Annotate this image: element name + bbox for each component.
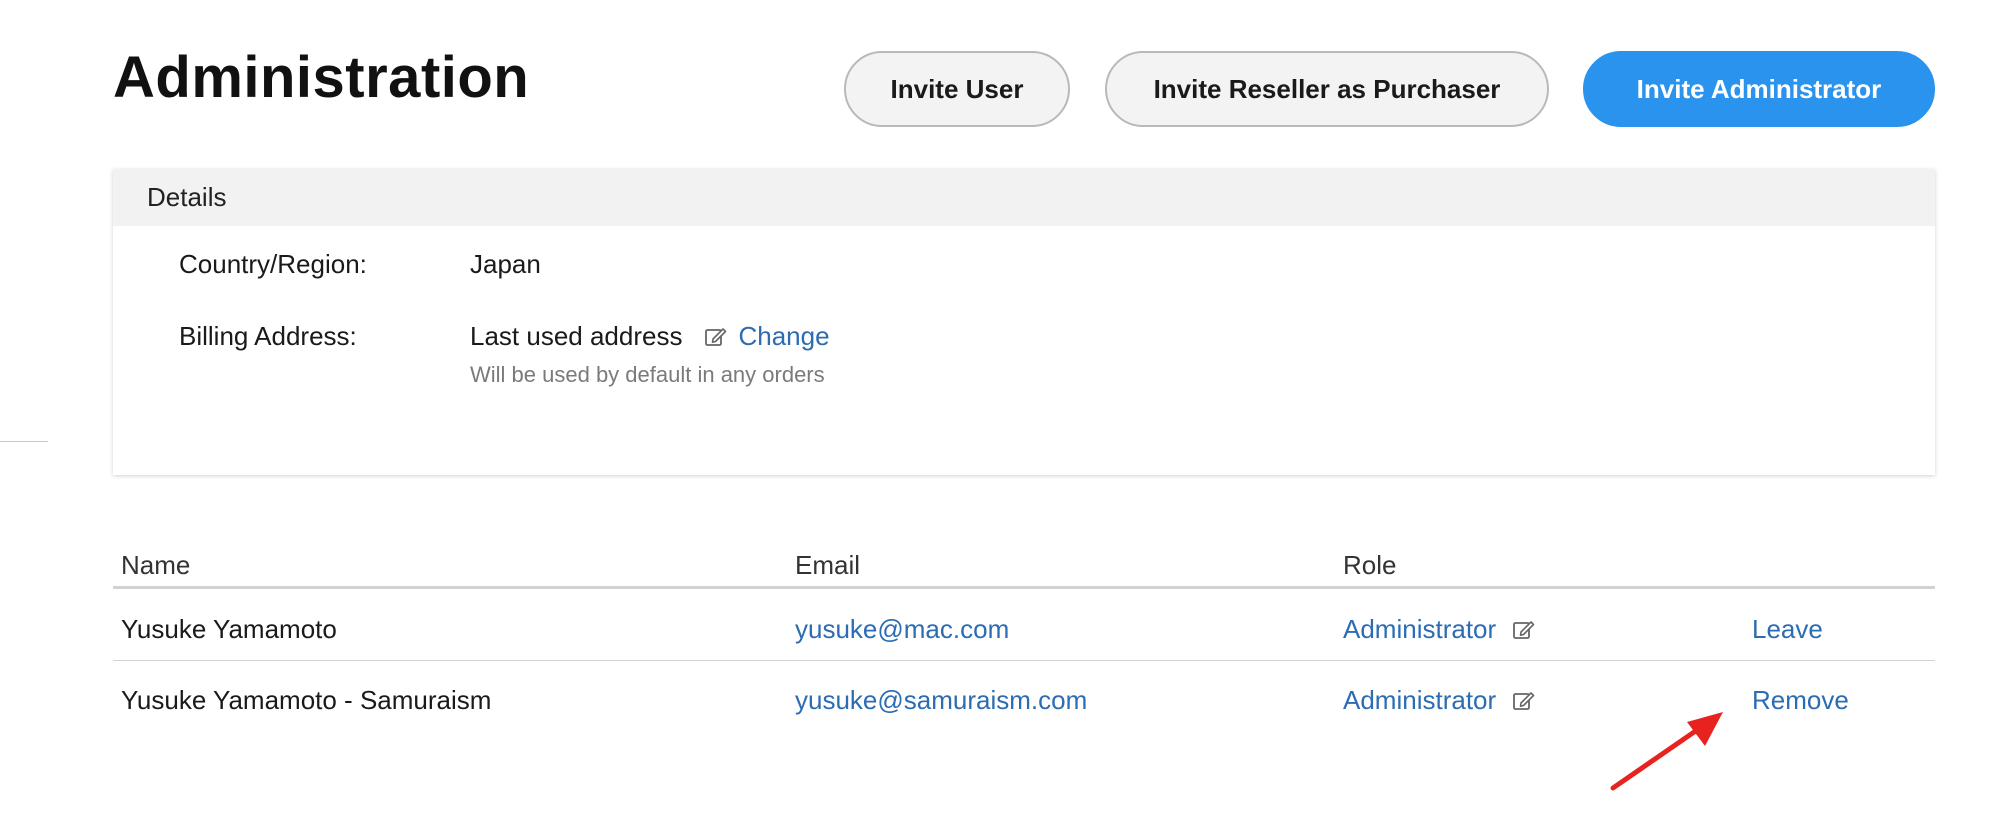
user-name: Yusuke Yamamoto (121, 614, 337, 644)
user-name: Yusuke Yamamoto - Samuraism (121, 685, 492, 715)
edit-role-icon[interactable] (1512, 689, 1536, 713)
edit-role-icon[interactable] (1512, 618, 1536, 642)
leave-link[interactable]: Leave (1752, 614, 1823, 645)
details-card: Details Country/Region: Japan Billing Ad… (113, 169, 1935, 475)
red-arrow-icon (1610, 712, 1723, 791)
column-header-email: Email (795, 550, 861, 580)
change-link-label[interactable]: Change (738, 321, 829, 352)
user-email-link[interactable]: yusuke@mac.com (795, 614, 1009, 645)
country-label: Country/Region: (179, 249, 367, 279)
user-role: Administrator (1343, 614, 1536, 645)
edit-icon (705, 327, 727, 346)
billing-address-text: Last used address (470, 321, 683, 351)
change-address-link[interactable]: Change (704, 321, 830, 352)
left-divider (0, 441, 48, 442)
billing-hint: Will be used by default in any orders (470, 362, 825, 387)
role-link[interactable]: Administrator (1343, 685, 1496, 716)
administration-page: Administration Invite User Invite Resell… (0, 0, 1998, 822)
user-role: Administrator (1343, 685, 1536, 716)
billing-address-label: Billing Address: (179, 321, 357, 351)
column-header-role: Role (1343, 550, 1397, 580)
details-header: Details (113, 169, 1935, 226)
page-title: Administration (113, 45, 530, 110)
table-header-divider (113, 586, 1935, 589)
billing-address-value: Last used address Change (470, 321, 830, 352)
invite-reseller-button[interactable]: Invite Reseller as Purchaser (1105, 51, 1549, 127)
user-email-link[interactable]: yusuke@samuraism.com (795, 685, 1087, 716)
role-link[interactable]: Administrator (1343, 614, 1496, 645)
invite-administrator-button[interactable]: Invite Administrator (1583, 51, 1935, 127)
invite-user-button[interactable]: Invite User (844, 51, 1070, 127)
column-header-name: Name (121, 550, 191, 580)
row-divider (113, 660, 1935, 661)
remove-link[interactable]: Remove (1752, 685, 1849, 716)
country-value: Japan (470, 249, 541, 279)
